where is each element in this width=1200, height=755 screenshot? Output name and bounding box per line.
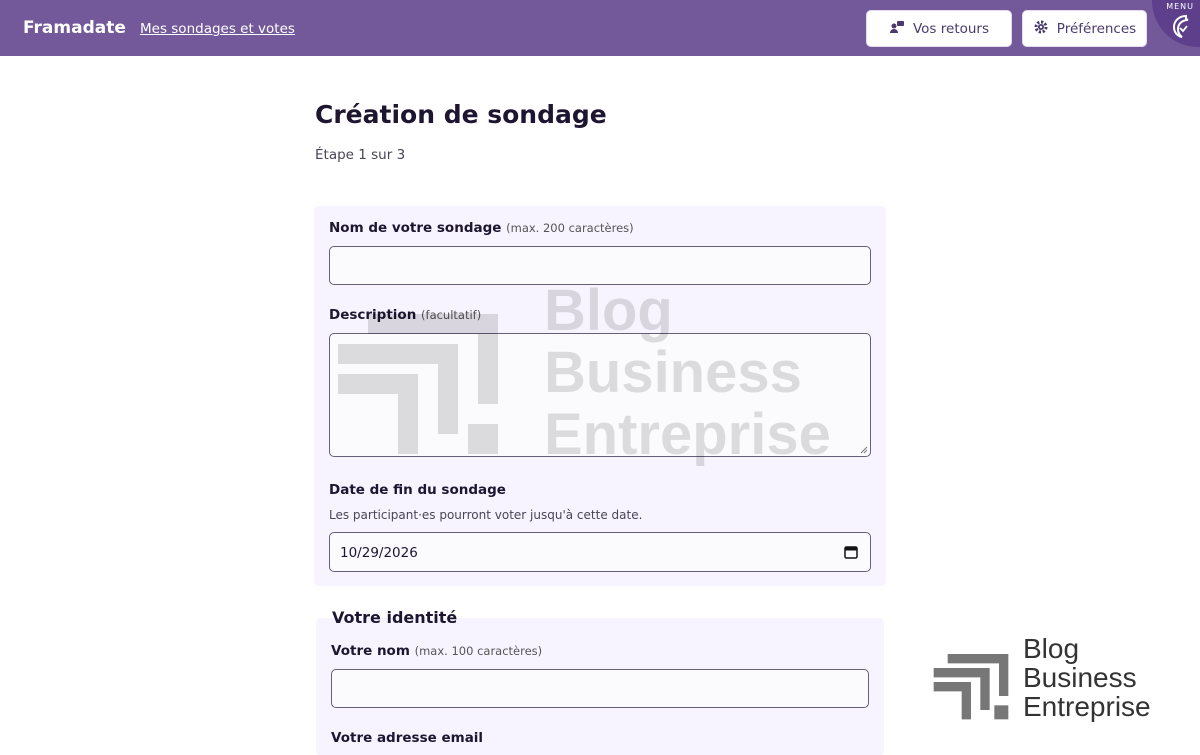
end-date-label: Date de fin du sondage	[329, 482, 506, 498]
page-title: Création de sondage	[315, 100, 607, 129]
preferences-button-label: Préférences	[1056, 20, 1137, 37]
gear-icon	[1033, 19, 1049, 39]
end-date-input[interactable]: 10/29/2026	[329, 532, 871, 572]
poll-name-label: Nom de votre sondage (max. 200 caractère…	[329, 220, 634, 236]
poll-name-hint: (max. 200 caractères)	[506, 221, 634, 235]
step-indicator: Étape 1 sur 3	[315, 147, 406, 163]
poll-name-label-text: Nom de votre sondage	[329, 220, 502, 236]
framasoft-logo-icon	[1172, 14, 1189, 38]
corner-watermark-line-3: Entreprise	[1023, 691, 1151, 722]
your-email-label: Votre adresse email	[331, 730, 484, 746]
description-hint: (facultatif)	[421, 308, 482, 322]
your-name-label-text: Votre nom	[331, 643, 410, 659]
your-name-label: Votre nom (max. 100 caractères)	[331, 643, 542, 659]
brand-logo[interactable]: Framadate	[23, 18, 126, 38]
my-polls-link[interactable]: Mes sondages et votes	[140, 21, 295, 37]
corner-watermark-text: Blog Business Entreprise	[1023, 634, 1151, 721]
top-navigation-bar: Framadate Mes sondages et votes Vos reto…	[0, 0, 1200, 56]
description-label: Description (facultatif)	[329, 307, 481, 323]
calendar-icon[interactable]	[844, 545, 858, 559]
description-textarea[interactable]	[329, 333, 871, 457]
identity-section-title: Votre identité	[332, 608, 458, 627]
feedback-button[interactable]: Vos retours	[866, 10, 1012, 47]
end-date-help: Les participant·es pourront voter jusqu'…	[329, 508, 643, 522]
resize-grip-icon[interactable]	[860, 446, 868, 454]
corner-watermark-logo-icon	[933, 654, 1009, 720]
feedback-button-label: Vos retours	[912, 20, 990, 37]
description-label-text: Description	[329, 307, 417, 323]
your-name-hint: (max. 100 caractères)	[414, 644, 543, 658]
corner-watermark-line-1: Blog	[1023, 633, 1080, 664]
feedback-icon	[889, 19, 905, 39]
poll-name-input[interactable]	[329, 246, 871, 285]
end-date-value: 10/29/2026	[340, 545, 418, 561]
menu-label: MENU	[1166, 2, 1194, 11]
corner-watermark-line-2: Business	[1023, 662, 1137, 693]
corner-watermark: Blog Business Entreprise	[913, 628, 1185, 738]
your-name-input[interactable]	[331, 669, 869, 708]
menu-toggle[interactable]: MENU	[1152, 0, 1200, 47]
preferences-button[interactable]: Préférences	[1022, 10, 1147, 47]
